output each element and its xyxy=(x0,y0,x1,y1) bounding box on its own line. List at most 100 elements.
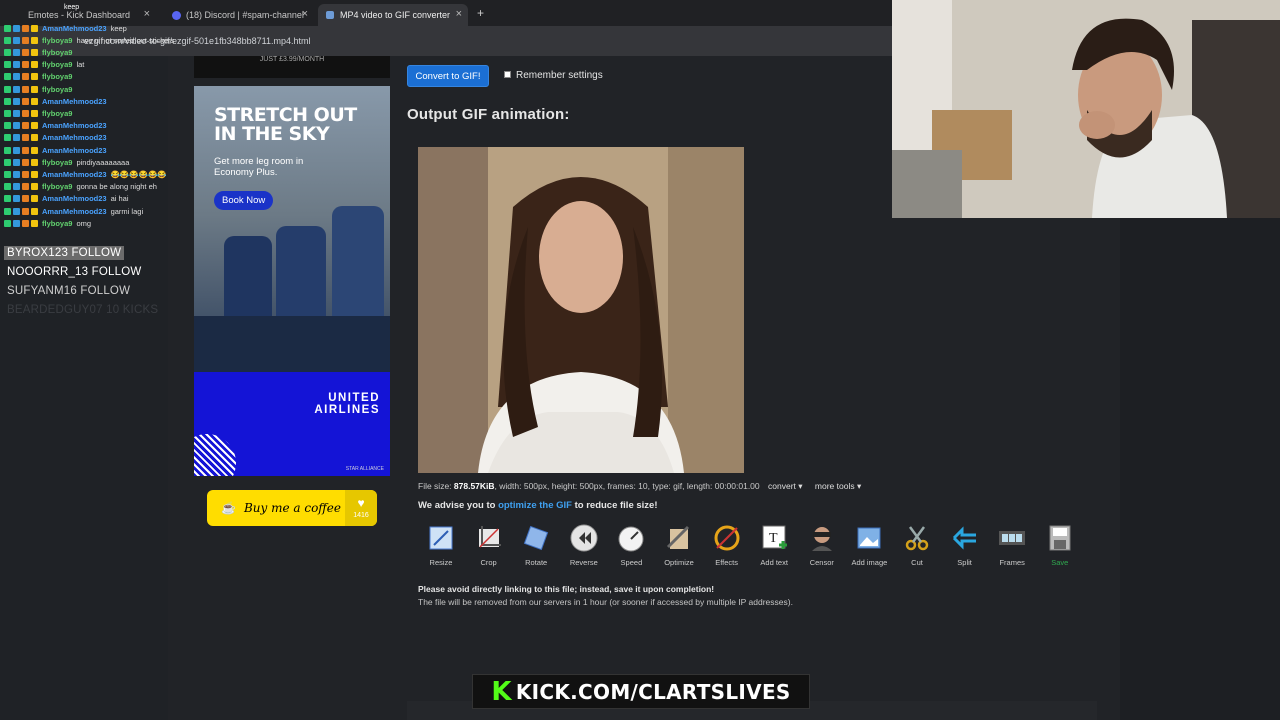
chat-username[interactable]: AmanMehmood23 xyxy=(42,170,107,179)
close-tab-icon[interactable]: × xyxy=(302,8,308,20)
chat-username[interactable]: flyboya9 xyxy=(42,72,72,81)
tab-label: MP4 video to GIF converter xyxy=(340,10,451,20)
page-right-margin xyxy=(1120,218,1280,720)
tool-label: Effects xyxy=(715,558,738,567)
chat-message: AmanMehmood23 ai hai xyxy=(4,193,129,205)
tool-add-text-button[interactable]: T Add text xyxy=(751,523,797,573)
kick-url: KICK.COM/CLARTSLIVES xyxy=(515,679,791,704)
chat-username[interactable]: flyboya9 xyxy=(42,182,72,191)
vip-badge-icon xyxy=(31,219,38,227)
sub-badge-icon xyxy=(13,48,20,56)
gift-badge-icon xyxy=(22,158,29,166)
tool-censor-button[interactable]: Censor xyxy=(799,523,845,573)
chat-text: ai hai xyxy=(110,194,129,204)
vip-badge-icon xyxy=(31,73,38,81)
output-gif-image[interactable] xyxy=(418,147,744,473)
tool-crop-button[interactable]: Crop xyxy=(466,523,512,573)
sub-badge-icon xyxy=(13,170,20,178)
vip-badge-icon xyxy=(31,170,38,178)
vip-badge-icon xyxy=(31,109,38,117)
tool-speed-button[interactable]: Speed xyxy=(608,523,654,573)
sub-badge-icon xyxy=(13,219,20,227)
rotate-icon xyxy=(521,523,551,553)
tool-label: Censor xyxy=(809,558,834,567)
remember-settings-label[interactable]: Remember settings xyxy=(516,70,603,81)
chat-message: AmanMehmood23 keep xyxy=(4,22,127,34)
coffee-count: ♥ 1416 xyxy=(345,490,377,526)
follow-alerts: BYROX123 FOLLOW NOOORRR_13 FOLLOW SUFYANM1… xyxy=(0,246,168,326)
chat-text: 😂😂😂😂😂😂 xyxy=(110,169,167,179)
tool-add-image-button[interactable]: Add image xyxy=(846,523,892,573)
chat-username[interactable]: AmanMehmood23 xyxy=(42,121,107,130)
mod-badge-icon xyxy=(4,24,11,32)
tool-rotate-button[interactable]: Rotate xyxy=(513,523,559,573)
chat-username[interactable]: flyboya9 xyxy=(42,48,72,57)
tool-save-button[interactable]: Save xyxy=(1037,523,1083,573)
new-tab-button[interactable]: + xyxy=(477,6,484,20)
optimize-gif-link[interactable]: optimize the GIF xyxy=(498,500,572,511)
chat-overlay: AmanMehmood23 keep flyboya9 have u not sort… xyxy=(0,16,200,231)
vip-badge-icon xyxy=(31,36,38,44)
ad-subtext: Get more leg room in Economy Plus. xyxy=(214,156,304,178)
vip-badge-icon xyxy=(31,134,38,142)
ezgif-icon xyxy=(326,11,334,19)
united-airlines-ad[interactable]: STRETCH OUT IN THE SKY Get more leg room … xyxy=(194,86,390,476)
tab-ezgif[interactable]: MP4 video to GIF converter × xyxy=(318,4,468,26)
gift-badge-icon xyxy=(22,134,29,142)
tool-label: Frames xyxy=(999,558,1025,567)
chat-text: keep xyxy=(110,23,127,33)
effects-icon xyxy=(712,523,742,553)
tool-frames-button[interactable]: Frames xyxy=(989,523,1035,573)
chat-username[interactable]: AmanMehmood23 xyxy=(42,24,107,33)
mod-badge-icon xyxy=(4,170,11,178)
gift-badge-icon xyxy=(22,24,29,32)
follow-alert: BEARDEDGUY07 10 KICKS xyxy=(7,304,159,316)
chat-username[interactable]: AmanMehmood23 xyxy=(42,194,107,203)
more-tools-dropdown[interactable]: more tools ▾ xyxy=(815,481,861,491)
ad-top-text: JUST £3.99/MONTH xyxy=(259,56,325,63)
remember-settings-checkbox[interactable] xyxy=(504,71,511,78)
censor-icon xyxy=(807,523,837,553)
sub-badge-icon xyxy=(13,85,20,93)
chat-message: flyboya9 xyxy=(4,83,76,95)
tool-label: Add image xyxy=(851,558,888,567)
chat-username[interactable]: AmanMehmood23 xyxy=(42,97,107,106)
chat-username[interactable]: AmanMehmood23 xyxy=(42,146,107,155)
gift-badge-icon xyxy=(22,207,29,215)
chat-username[interactable]: AmanMehmood23 xyxy=(42,133,107,142)
speed-icon xyxy=(616,523,646,553)
tool-optimize-button[interactable]: Optimize xyxy=(656,523,702,573)
add-image-icon xyxy=(854,523,884,553)
tool-split-button[interactable]: Split xyxy=(942,523,988,573)
vip-badge-icon xyxy=(31,61,38,69)
chat-username[interactable]: flyboya9 xyxy=(42,219,72,228)
chat-text: pindiyaaaaaaaa xyxy=(76,157,130,167)
tool-label: Rotate xyxy=(525,558,548,567)
convert-to-gif-button[interactable]: Convert to GIF! xyxy=(407,65,489,87)
kick-overlay-banner: K KICK.COM/CLARTSLIVES xyxy=(472,674,810,709)
chat-overlay-text: keep xyxy=(64,4,80,11)
sub-badge-icon xyxy=(13,146,20,154)
vip-badge-icon xyxy=(31,146,38,154)
vip-badge-icon xyxy=(31,97,38,105)
ad-top-strip[interactable]: JUST £3.99/MONTH xyxy=(194,56,390,78)
tab-label: (18) Discord | #spam-channel xyxy=(186,10,304,20)
gift-badge-icon xyxy=(22,122,29,130)
chat-username[interactable]: flyboya9 xyxy=(42,109,72,118)
book-now-button[interactable]: Book Now xyxy=(214,191,274,210)
gift-badge-icon xyxy=(22,36,29,44)
tool-resize-button[interactable]: Resize xyxy=(418,523,464,573)
chat-username[interactable]: flyboya9 xyxy=(42,158,72,167)
tool-reverse-button[interactable]: Reverse xyxy=(561,523,607,573)
chat-username[interactable]: flyboya9 xyxy=(42,36,72,45)
chat-username[interactable]: AmanMehmood23 xyxy=(42,207,107,216)
chat-username[interactable]: flyboya9 xyxy=(42,60,72,69)
chat-username[interactable]: flyboya9 xyxy=(42,85,72,94)
convert-dropdown[interactable]: convert ▾ xyxy=(768,481,803,491)
close-tab-icon[interactable]: × xyxy=(456,8,462,20)
buy-me-a-coffee-button[interactable]: ☕ Buy me a coffee ♥ 1416 xyxy=(207,490,377,526)
tool-cut-button[interactable]: Cut xyxy=(894,523,940,573)
united-airlines-logo-text: UNITED AIRLINES xyxy=(314,392,380,416)
tool-effects-button[interactable]: Effects xyxy=(704,523,750,573)
sub-badge-icon xyxy=(13,36,20,44)
